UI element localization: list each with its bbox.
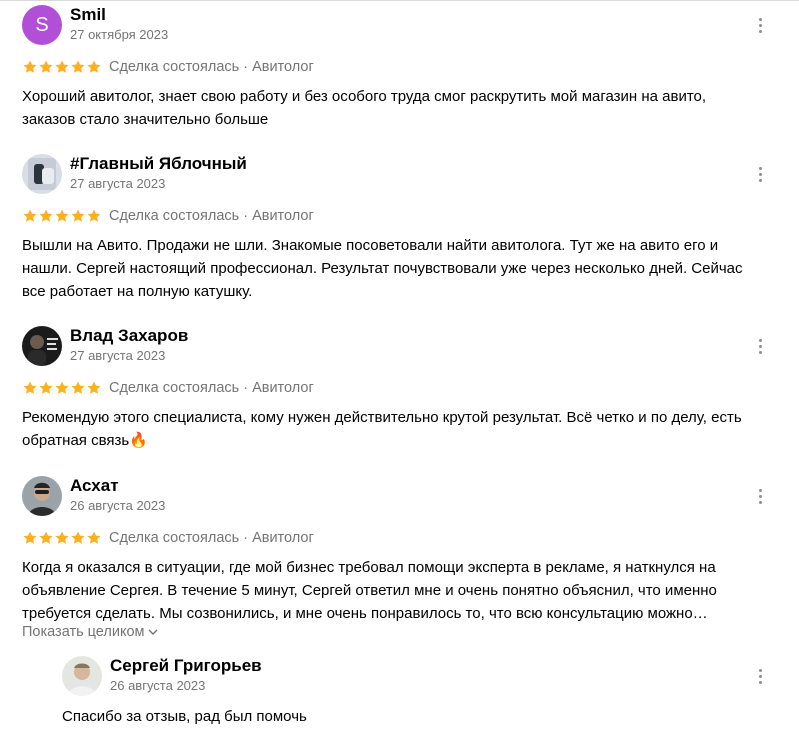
seller-reply: Сергей Григорьев 26 августа 2023 Спасибо…	[62, 656, 762, 726]
more-options-icon[interactable]	[750, 666, 770, 686]
star-icon	[87, 531, 101, 544]
deal-status: Сделка состоялась · Авитолог	[109, 530, 314, 546]
avatar[interactable]	[62, 656, 102, 696]
rating-stars	[22, 59, 102, 75]
show-more-label: Показать целиком	[22, 624, 145, 640]
star-icon	[23, 531, 37, 544]
reply-author[interactable]: Сергей Григорьев	[110, 656, 262, 676]
review-text: Когда я оказался в ситуации, где мой биз…	[22, 559, 717, 622]
avatar[interactable]	[22, 326, 62, 366]
avatar[interactable]: S	[22, 5, 62, 45]
review-text: Вышли на Авито. Продажи не шли. Знакомые…	[22, 237, 743, 300]
star-icon	[23, 381, 37, 394]
review-card: Асхат 26 августа 2023 Сделка состоялась …	[22, 476, 762, 646]
star-icon	[39, 60, 53, 73]
reply-date: 26 августа 2023	[110, 678, 206, 693]
deal-status: Сделка состоялась · Авитолог	[109, 208, 314, 224]
more-options-icon[interactable]	[750, 164, 770, 184]
review-card: Влад Захаров 27 августа 2023 Сделка сост…	[22, 326, 762, 456]
review-text: Хороший авитолог, знает свою работу и бе…	[22, 88, 707, 128]
rating-stars	[22, 530, 102, 546]
star-icon	[55, 60, 69, 73]
star-icon	[39, 531, 53, 544]
review-author[interactable]: Асхат	[70, 476, 119, 496]
star-icon	[71, 381, 85, 394]
review-date: 27 августа 2023	[70, 348, 166, 363]
review-card: #Главный Яблочный 27 августа 2023 Сделка…	[22, 154, 762, 304]
star-icon	[87, 381, 101, 394]
review-text: Рекомендую этого специалиста, кому нужен…	[22, 409, 742, 449]
star-icon	[71, 531, 85, 544]
review-meta: Сделка состоялась · Авитолог	[22, 378, 314, 398]
top-divider	[0, 0, 799, 1]
star-icon	[87, 60, 101, 73]
star-icon	[55, 209, 69, 222]
review-card: S Smil 27 октября 2023 Сделка состоялась…	[22, 5, 762, 135]
star-icon	[55, 381, 69, 394]
review-author[interactable]: Влад Захаров	[70, 326, 188, 346]
review-meta: Сделка состоялась · Авитолог	[22, 57, 314, 77]
review-meta: Сделка состоялась · Авитолог	[22, 206, 314, 226]
review-date: 27 августа 2023	[70, 176, 166, 191]
star-icon	[23, 209, 37, 222]
more-options-icon[interactable]	[750, 486, 770, 506]
review-author[interactable]: #Главный Яблочный	[70, 154, 247, 174]
more-options-icon[interactable]	[750, 336, 770, 356]
avatar-letter: S	[35, 13, 49, 36]
star-icon	[39, 209, 53, 222]
rating-stars	[22, 380, 102, 396]
review-meta: Сделка состоялась · Авитолог	[22, 528, 314, 548]
deal-status: Сделка состоялась · Авитолог	[109, 380, 314, 396]
star-icon	[87, 209, 101, 222]
star-icon	[55, 531, 69, 544]
show-full-review-link[interactable]: Показать целиком	[22, 624, 158, 640]
avatar[interactable]	[22, 154, 62, 194]
more-options-icon[interactable]	[750, 15, 770, 35]
review-author[interactable]: Smil	[70, 5, 106, 25]
avatar[interactable]	[22, 476, 62, 516]
reply-text: Спасибо за отзыв, рад был помочь	[62, 708, 307, 725]
review-date: 26 августа 2023	[70, 498, 166, 513]
star-icon	[39, 381, 53, 394]
star-icon	[71, 209, 85, 222]
star-icon	[71, 60, 85, 73]
review-date: 27 октября 2023	[70, 27, 169, 42]
rating-stars	[22, 208, 102, 224]
star-icon	[23, 60, 37, 73]
deal-status: Сделка состоялась · Авитолог	[109, 59, 314, 75]
chevron-down-icon	[148, 629, 157, 635]
